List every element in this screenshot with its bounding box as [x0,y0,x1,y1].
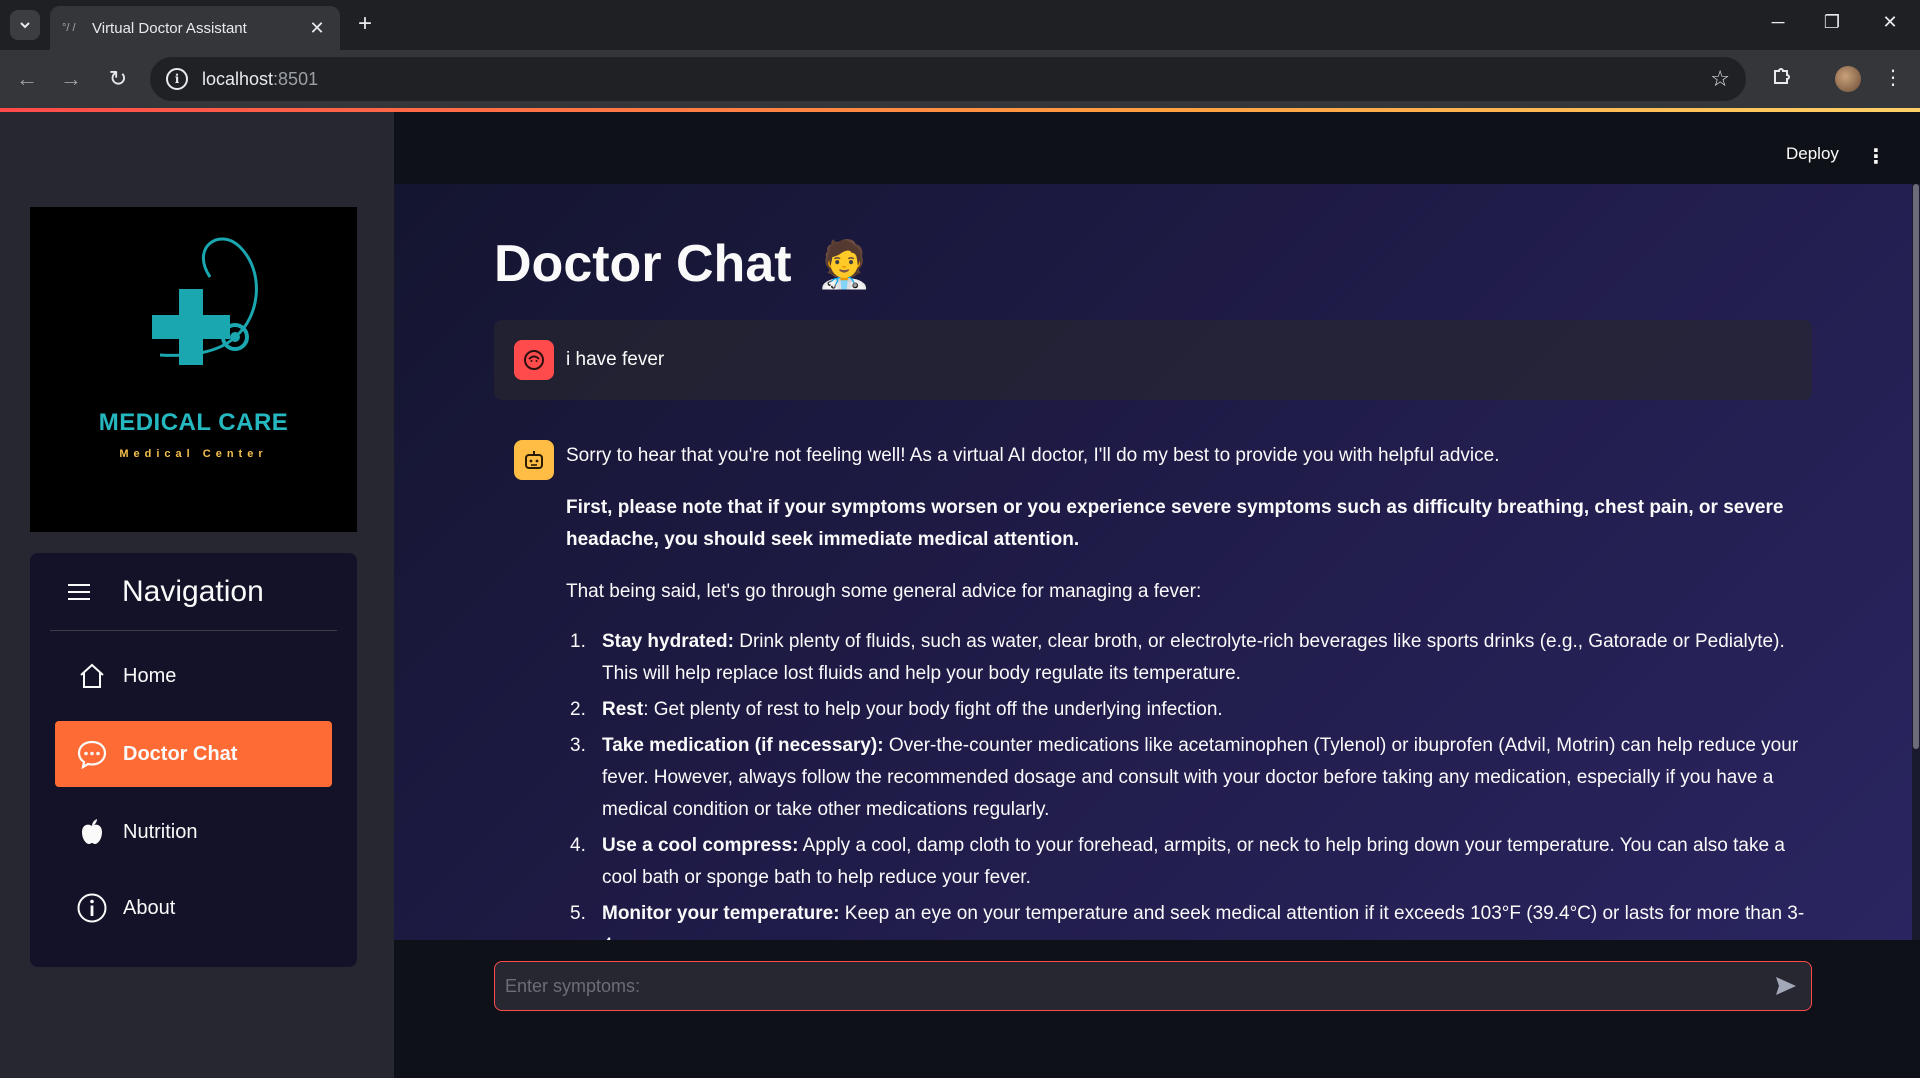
site-info-icon[interactable]: i [166,68,188,90]
assistant-warning: First, please note that if your symptoms… [566,497,1784,550]
user-avatar-icon [514,340,554,380]
tab-title: Virtual Doctor Assistant [92,19,247,37]
minimize-icon[interactable]: ─ [1766,12,1790,33]
sidebar-item-about[interactable]: About [55,875,332,941]
bookmark-star-icon[interactable]: ☆ [1710,66,1730,92]
browser-menu-kebab-icon[interactable]: ⋮ [1878,65,1908,90]
sidebar-item-label: Doctor Chat [123,742,238,765]
symptoms-input[interactable] [505,975,1771,997]
main-menu-kebab-icon[interactable]: ⋮ [1866,144,1886,169]
assistant-intro: Sorry to hear that you're not feeling we… [566,445,1500,466]
main-content: Doctor Chat 🧑‍⚕️ i have fever Sorry to h… [394,184,1912,940]
navigation-menu: Navigation Home Doctor Chat Nutrition Ab [30,553,357,967]
sidebar-item-label: Nutrition [123,820,198,843]
restore-icon[interactable]: ❐ [1820,12,1844,33]
medical-cross-stethoscope-icon [152,237,258,365]
sidebar-item-doctor-chat[interactable]: Doctor Chat [55,721,332,787]
main-scrollbar[interactable] [1912,184,1920,940]
chat-input-box[interactable] [494,961,1812,1011]
back-arrow-icon[interactable]: ← [12,64,42,94]
send-icon[interactable] [1771,971,1801,1001]
reload-icon[interactable]: ↻ [103,64,133,94]
browser-tab-bar: °/ / Virtual Doctor Assistant ✕ + ─ ❐ ✕ [0,0,1920,50]
scrollbar-thumb[interactable] [1913,184,1919,749]
address-bar[interactable]: i localhost:8501 ☆ [150,57,1746,101]
extensions-puzzle-icon[interactable] [1767,65,1797,93]
info-icon [75,891,109,925]
user-message-text: i have fever [566,349,665,370]
chat-message-user: i have fever [494,320,1812,400]
navigation-title: Navigation [122,574,264,608]
tab-search-button[interactable] [10,10,40,40]
doctor-emoji-icon: 🧑‍⚕️ [815,237,873,290]
sidebar-item-home[interactable]: Home [55,643,332,709]
window-close-icon[interactable]: ✕ [1878,12,1902,33]
navigation-header: Navigation [50,553,337,631]
list-item: 5. Monitor your temperature: Keep an eye … [570,903,1805,940]
url-text[interactable]: localhost:8501 [202,69,1710,90]
browser-tab-active[interactable]: °/ / Virtual Doctor Assistant ✕ [50,6,340,50]
tab-favicon-icon: °/ / [62,22,76,34]
chat-bubble-icon [75,737,109,771]
list-item: 2. Rest: Get plenty of rest to help your … [570,699,1223,720]
advice-list: 1. Stay hydrated: Drink plenty of fluids,… [566,626,1814,940]
tab-close-icon[interactable]: ✕ [306,18,328,39]
list-item: 3. Take medication (if necessary): Over-t… [570,735,1799,820]
house-icon [75,659,109,693]
assistant-lead: That being said, let's go through some g… [566,581,1202,602]
app-header [394,112,1920,184]
logo-subtitle: Medical Center [119,448,268,460]
hamburger-menu-icon [68,579,98,605]
page-title: Doctor Chat 🧑‍⚕️ [494,235,873,293]
sidebar-item-label: Home [123,664,177,687]
sidebar-item-nutrition[interactable]: Nutrition [55,799,332,865]
sidebar: MEDICAL CARE Medical Center Navigation H… [0,112,394,1078]
logo-title: MEDICAL CARE [98,409,289,436]
apple-icon [75,815,109,849]
profile-avatar[interactable] [1835,66,1861,92]
medical-care-logo: MEDICAL CARE Medical Center [30,207,357,532]
new-tab-button[interactable]: + [352,11,378,37]
bot-avatar-icon [514,440,554,480]
assistant-message-body: Sorry to hear that you're not feeling we… [566,440,1814,940]
forward-arrow-icon[interactable]: → [56,64,86,94]
list-item: 4. Use a cool compress: Apply a cool, dam… [570,835,1785,888]
deploy-button[interactable]: Deploy [1786,144,1839,164]
sidebar-item-label: About [123,896,176,919]
browser-toolbar: ← → ↻ i localhost:8501 ☆ ⋮ [0,50,1920,108]
chevron-down-icon [20,22,30,29]
list-item: 1. Stay hydrated: Drink plenty of fluids,… [570,631,1785,684]
